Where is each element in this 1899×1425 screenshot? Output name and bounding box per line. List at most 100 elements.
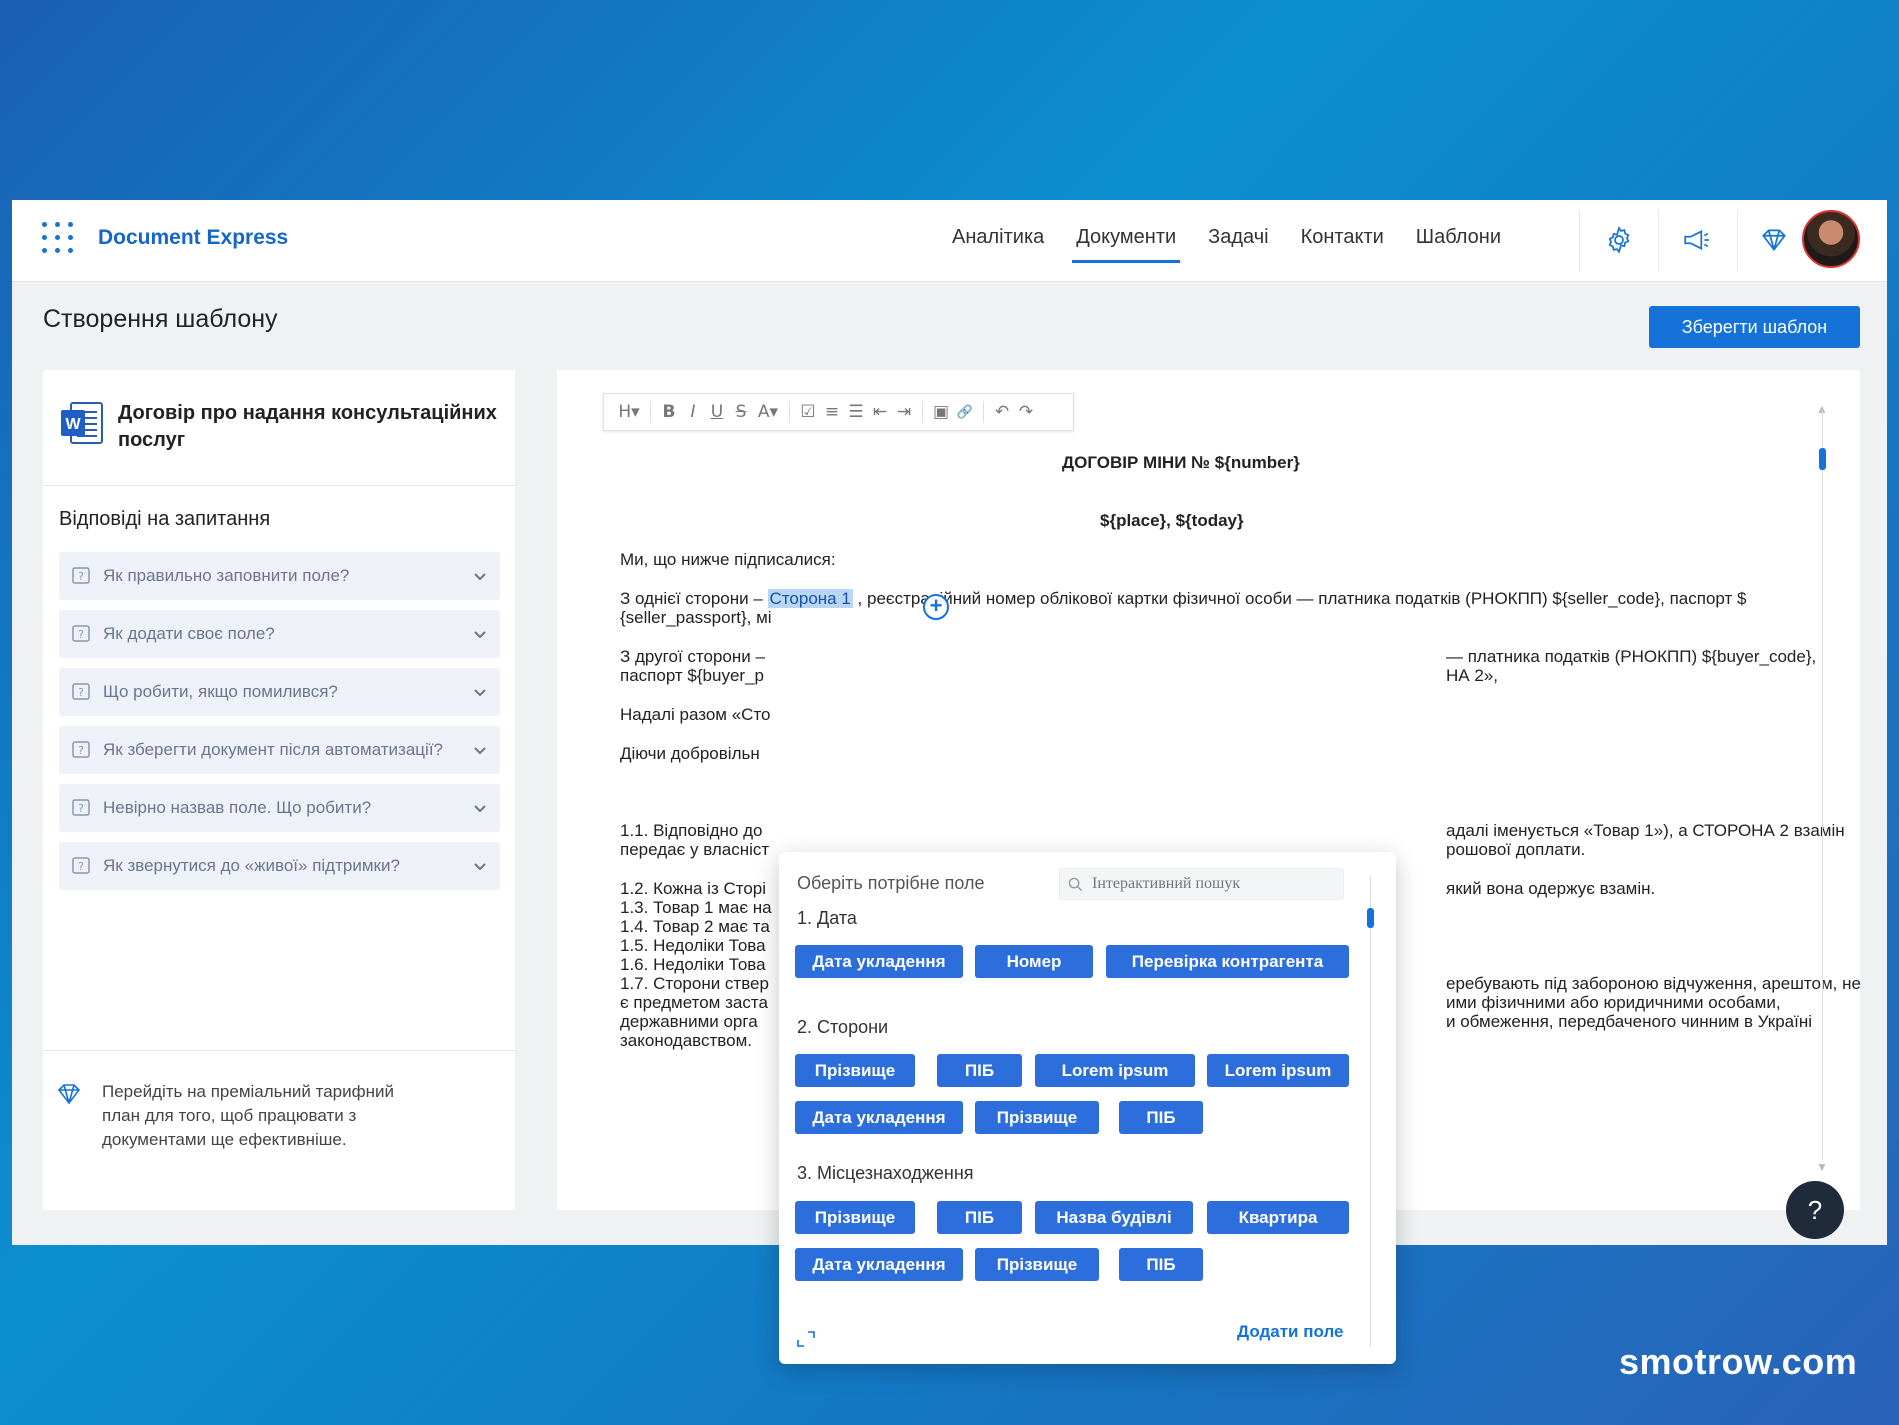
divider xyxy=(1737,210,1738,272)
field-picker-popup: Оберіть потрібне поле 1. Дата Дата уклад… xyxy=(779,852,1396,1364)
popup-scrollbar-thumb[interactable] xyxy=(1367,908,1374,928)
outdent-button[interactable]: ⇤ xyxy=(868,402,892,422)
paragraph: 1.2. Кожна із Сторі xyxy=(620,879,767,898)
question-icon: ? xyxy=(72,741,90,758)
document-title: ДОГОВІР МІНИ № ${number} xyxy=(1062,453,1300,472)
field-chip[interactable]: Назва будівлі xyxy=(1035,1201,1193,1234)
save-template-button[interactable]: Зберегти шаблон xyxy=(1649,306,1860,348)
divider xyxy=(983,401,984,423)
link-icon[interactable]: 🔗 xyxy=(953,405,977,420)
field-chip[interactable]: Перевірка контрагента xyxy=(1106,945,1349,978)
field-chip[interactable]: Прізвище xyxy=(795,1054,915,1087)
field-chip[interactable]: Прізвище xyxy=(975,1248,1099,1281)
field-chip[interactable]: Дата укладення xyxy=(795,1248,963,1281)
document-title: Договір про надання консультаційних посл… xyxy=(118,402,497,451)
indent-button[interactable]: ⇥ xyxy=(892,402,916,422)
nav-analytics[interactable]: Аналітика xyxy=(952,226,1044,249)
expand-icon[interactable] xyxy=(796,1330,816,1348)
scroll-down-icon[interactable]: ▼ xyxy=(1816,1160,1828,1174)
bold-button[interactable]: B xyxy=(657,402,681,422)
search-input[interactable] xyxy=(1092,873,1337,895)
svg-text:?: ? xyxy=(78,686,84,699)
field-chip[interactable]: Lorem ipsum xyxy=(1035,1054,1195,1087)
italic-button[interactable]: I xyxy=(681,402,705,422)
field-chip[interactable]: ПІБ xyxy=(937,1054,1022,1087)
nav-documents[interactable]: Документи xyxy=(1072,226,1181,263)
paragraph: державними орга xyxy=(620,1012,758,1031)
faq-label: Як звернутися до «живої» підтримки? xyxy=(103,856,400,875)
scrollbar-track[interactable] xyxy=(1822,410,1823,1160)
chevron-down-icon xyxy=(474,689,486,697)
divider xyxy=(43,1050,515,1051)
paragraph: ими фізичними або юридичними особами, xyxy=(1446,993,1781,1012)
nav-contacts[interactable]: Контакти xyxy=(1301,226,1384,249)
megaphone-icon[interactable] xyxy=(1677,220,1717,260)
nav-templates[interactable]: Шаблони xyxy=(1416,226,1501,249)
section-title: 1. Дата xyxy=(797,908,857,928)
paragraph: 1.7. Сторони ствер xyxy=(620,974,769,993)
field-chip[interactable]: Прізвище xyxy=(975,1101,1099,1134)
apps-grid-icon[interactable] xyxy=(42,222,76,256)
add-field-plus-icon[interactable]: + xyxy=(923,594,949,620)
diamond-icon xyxy=(57,1084,81,1105)
left-panel: W Договір про надання консультаційних по… xyxy=(43,370,515,1210)
main-nav: Аналітика Документи Задачі Контакти Шабл… xyxy=(952,226,1533,263)
paragraph: — платника податків (РНОКПП) ${buyer_cod… xyxy=(1446,647,1817,666)
document-place-date: ${place}, ${today} xyxy=(1100,511,1244,530)
paragraph: передає у власніст xyxy=(620,840,770,859)
popup-scrollbar-track[interactable] xyxy=(1370,876,1371,1346)
undo-button[interactable]: ↶ xyxy=(990,402,1014,422)
scrollbar-thumb[interactable] xyxy=(1819,448,1826,470)
nav-tasks[interactable]: Задачі xyxy=(1208,226,1268,249)
paragraph: Ми, що нижче підписалися: xyxy=(620,550,836,569)
bullet-list-button[interactable]: ☰ xyxy=(844,402,868,422)
chevron-down-icon xyxy=(474,863,486,871)
strikethrough-button[interactable]: S xyxy=(729,402,753,422)
image-button[interactable]: ▣ xyxy=(929,402,953,422)
field-chip[interactable]: ПІБ xyxy=(937,1201,1022,1234)
checklist-button[interactable]: ☑ xyxy=(796,402,820,422)
field-chip[interactable]: Дата укладення xyxy=(795,1101,963,1134)
add-field-link[interactable]: Додати поле xyxy=(1237,1322,1343,1342)
popup-title: Оберіть потрібне поле xyxy=(797,873,985,893)
section-title: 2. Сторони xyxy=(797,1017,889,1037)
paragraph: адалі іменується «Товар 1»), а СТОРОНА 2… xyxy=(1446,821,1845,840)
faq-item[interactable]: ? Як правильно заповнити поле? xyxy=(59,552,500,600)
question-icon: ? xyxy=(72,799,90,816)
paragraph: рошової доплати. xyxy=(1446,840,1586,859)
paragraph: З другої сторони – xyxy=(620,647,765,666)
gear-icon[interactable] xyxy=(1599,220,1639,260)
field-chip[interactable]: Дата укладення xyxy=(795,945,963,978)
faq-item[interactable]: ? Як додати своє поле? xyxy=(59,610,500,658)
search-box[interactable] xyxy=(1059,868,1344,900)
help-button[interactable]: ? xyxy=(1786,1181,1844,1239)
paragraph: законодавством. xyxy=(620,1031,753,1050)
search-icon xyxy=(1068,877,1083,892)
question-icon: ? xyxy=(72,683,90,700)
field-chip[interactable]: Lorem ipsum xyxy=(1207,1054,1349,1087)
underline-button[interactable]: U xyxy=(705,402,729,422)
text-color-button[interactable]: A▾ xyxy=(753,402,783,422)
editor-toolbar: H▾ B I U S A▾ ☑ ≡ ☰ ⇤ ⇥ ▣ 🔗 ↶ ↷ xyxy=(603,393,1074,431)
field-chip[interactable]: Номер xyxy=(975,945,1093,978)
diamond-icon[interactable] xyxy=(1754,220,1794,260)
faq-item[interactable]: ? Як звернутися до «живої» підтримки? xyxy=(59,842,500,890)
field-chip[interactable]: ПІБ xyxy=(1119,1248,1203,1281)
word-document-icon: W xyxy=(61,402,103,444)
premium-promo-text[interactable]: Перейдіть на преміальний тарифний план д… xyxy=(102,1080,402,1152)
selected-text[interactable]: Сторона 1 xyxy=(767,589,853,608)
faq-item[interactable]: ? Як зберегти документ після автоматизац… xyxy=(59,726,500,774)
faq-item[interactable]: ? Що робити, якщо помилився? xyxy=(59,668,500,716)
redo-button[interactable]: ↷ xyxy=(1014,402,1038,422)
field-chip[interactable]: Прізвище xyxy=(795,1201,915,1234)
field-chip[interactable]: Квартира xyxy=(1207,1201,1349,1234)
field-chip[interactable]: ПІБ xyxy=(1119,1101,1203,1134)
app-title[interactable]: Document Express xyxy=(98,226,288,250)
divider xyxy=(1658,210,1659,272)
faq-item[interactable]: ? Невірно назвав поле. Що робити? xyxy=(59,784,500,832)
ordered-list-button[interactable]: ≡ xyxy=(820,402,844,422)
paragraph: {seller_passport}, мі xyxy=(620,608,772,627)
avatar[interactable] xyxy=(1802,210,1860,268)
paragraph: 1.6. Недоліки Това xyxy=(620,955,766,974)
heading-button[interactable]: H▾ xyxy=(614,402,644,422)
